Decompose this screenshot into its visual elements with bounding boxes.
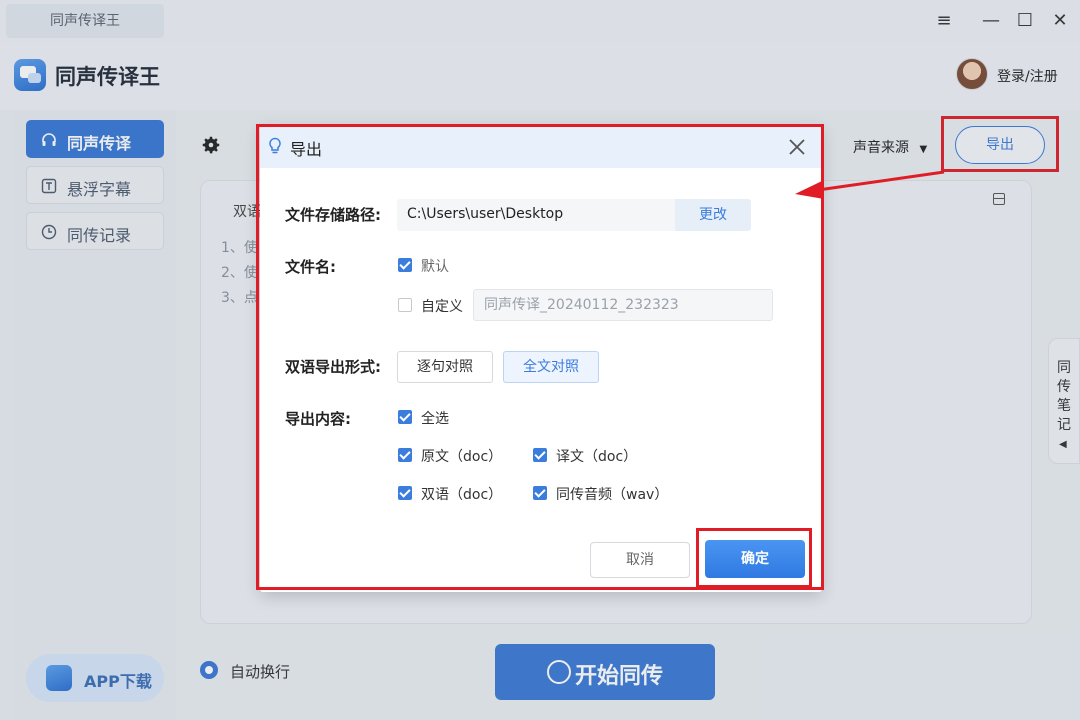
dialog-highlight-box	[256, 124, 824, 590]
confirm-highlight-box	[696, 528, 812, 588]
